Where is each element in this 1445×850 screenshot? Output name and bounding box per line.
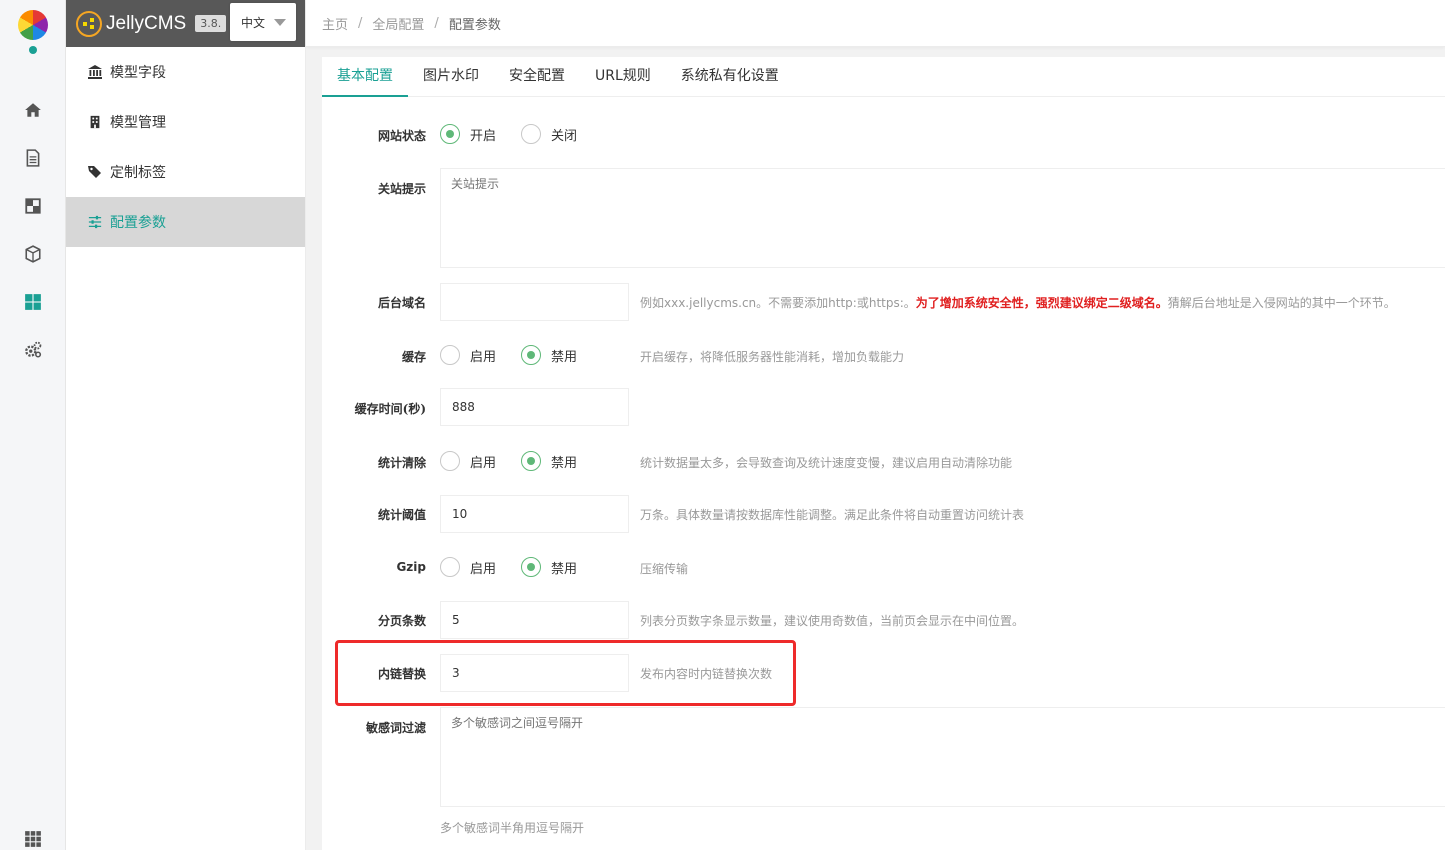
cube-icon[interactable]: [22, 243, 44, 265]
sliders-icon: [86, 213, 104, 231]
stat-clear-hint: 统计数据量太多，会导致查询及统计速度变慢，建议启用自动清除功能: [640, 456, 1013, 470]
tab-basic-config[interactable]: 基本配置: [322, 56, 408, 97]
menu-item-model-manage[interactable]: 模型管理: [66, 97, 305, 147]
inner-link-hint: 发布内容时内链替换次数: [640, 667, 773, 681]
icon-rail: [0, 0, 66, 850]
app-name: JellyCMS: [106, 12, 187, 34]
breadcrumb-current: 配置参数: [448, 17, 501, 33]
tags-icon: [86, 163, 104, 181]
cache-label: 缓存: [401, 350, 426, 364]
chevron-down-icon: [274, 19, 286, 26]
apps-grid-icon[interactable]: [22, 828, 44, 850]
gzip-enable-radio[interactable]: 启用: [440, 557, 496, 577]
gzip-disable-radio[interactable]: 禁用: [521, 557, 577, 577]
site-status-open-radio[interactable]: 开启: [440, 124, 496, 144]
cache-time-input[interactable]: 888: [440, 388, 629, 426]
online-status-dot: [29, 46, 37, 54]
page-count-label: 分页条数: [377, 614, 426, 628]
menu-item-label: 定制标签: [110, 165, 166, 181]
bank-icon: [86, 63, 104, 81]
sensitive-words-hint: 多个敏感词半角用逗号隔开: [440, 821, 585, 835]
inner-link-input[interactable]: 3: [440, 654, 629, 692]
logo-bar: JellyCMS 3.8. 中文: [66, 0, 305, 47]
admin-domain-input[interactable]: [440, 283, 629, 321]
tab-private-settings[interactable]: 系统私有化设置: [666, 56, 794, 96]
breadcrumb: 主页 / 全局配置 / 配置参数: [306, 0, 1445, 47]
layout-icon[interactable]: [22, 195, 44, 217]
breadcrumb-separator: /: [358, 15, 363, 31]
stat-threshold-label: 统计阈值: [377, 508, 426, 522]
admin-domain-label: 后台域名: [377, 296, 426, 310]
cache-hint: 开启缓存，将降低服务器性能消耗，增加负载能力: [640, 350, 905, 364]
menu-item-model-fields[interactable]: 模型字段: [66, 47, 305, 97]
tab-url-rules[interactable]: URL规则: [580, 56, 666, 96]
menu-item-label: 配置参数: [110, 215, 166, 231]
close-tip-label: 关站提示: [377, 182, 426, 196]
site-status-close-radio[interactable]: 关闭: [521, 124, 577, 144]
cache-disable-radio[interactable]: 禁用: [521, 345, 577, 365]
stat-threshold-hint: 万条。具体数量请按数据库性能调整。满足此条件将自动重置访问统计表: [640, 508, 1025, 522]
stat-clear-disable-radio[interactable]: 禁用: [521, 451, 577, 471]
stat-clear-enable-radio[interactable]: 启用: [440, 451, 496, 471]
jellycms-logo-icon: [76, 10, 102, 37]
stat-threshold-input[interactable]: 10: [440, 495, 629, 533]
menu-item-label: 模型字段: [110, 65, 166, 81]
close-tip-textarea[interactable]: [440, 168, 1445, 268]
document-icon[interactable]: [22, 147, 44, 169]
building-icon: [86, 113, 104, 131]
inner-link-label: 内链替换: [377, 667, 426, 681]
site-status-label: 网站状态: [377, 129, 426, 143]
sensitive-words-textarea[interactable]: [440, 707, 1445, 807]
cache-time-label: 缓存时间(秒): [354, 402, 426, 416]
admin-domain-hint: 例如xxx.jellycms.cn。不需要添加http:或https:。为了增加…: [640, 296, 1396, 310]
page-count-hint: 列表分页数字条显示数量，建议使用奇数值，当前页会显示在中间位置。: [640, 614, 1025, 628]
security-warning-text: 为了增加系统安全性，强烈建议绑定二级域名。: [915, 296, 1168, 310]
gzip-hint: 压缩传输: [640, 562, 689, 576]
cache-enable-radio[interactable]: 启用: [440, 345, 496, 365]
settings-panel: 基本配置 图片水印 安全配置 URL规则 系统私有化设置 网站状态 开启 关闭 …: [322, 57, 1445, 850]
tab-bar: 基本配置 图片水印 安全配置 URL规则 系统私有化设置: [322, 57, 1445, 97]
windows-icon[interactable]: [22, 291, 44, 313]
breadcrumb-separator: /: [434, 15, 439, 31]
menu-item-config-params[interactable]: 配置参数: [66, 197, 305, 247]
home-icon[interactable]: [22, 99, 44, 121]
menu-item-label: 模型管理: [110, 115, 166, 131]
menu-item-custom-tags[interactable]: 定制标签: [66, 147, 305, 197]
tab-security-config[interactable]: 安全配置: [494, 56, 580, 96]
sensitive-words-label: 敏感词过滤: [365, 721, 426, 735]
language-select[interactable]: 中文: [230, 3, 296, 41]
side-menu: JellyCMS 3.8. 中文 模型字段 模型管理 定制标签 配置参数: [66, 0, 306, 850]
breadcrumb-global-config[interactable]: 全局配置: [372, 14, 424, 33]
version-badge: 3.8.: [195, 15, 227, 32]
breadcrumb-home[interactable]: 主页: [322, 14, 348, 33]
gzip-label: Gzip: [396, 560, 426, 574]
tab-image-watermark[interactable]: 图片水印: [408, 56, 494, 96]
stat-clear-label: 统计清除: [377, 456, 426, 470]
page-count-input[interactable]: 5: [440, 601, 629, 639]
avatar[interactable]: [18, 10, 48, 40]
language-value: 中文: [241, 15, 266, 30]
gears-icon[interactable]: [22, 339, 44, 361]
